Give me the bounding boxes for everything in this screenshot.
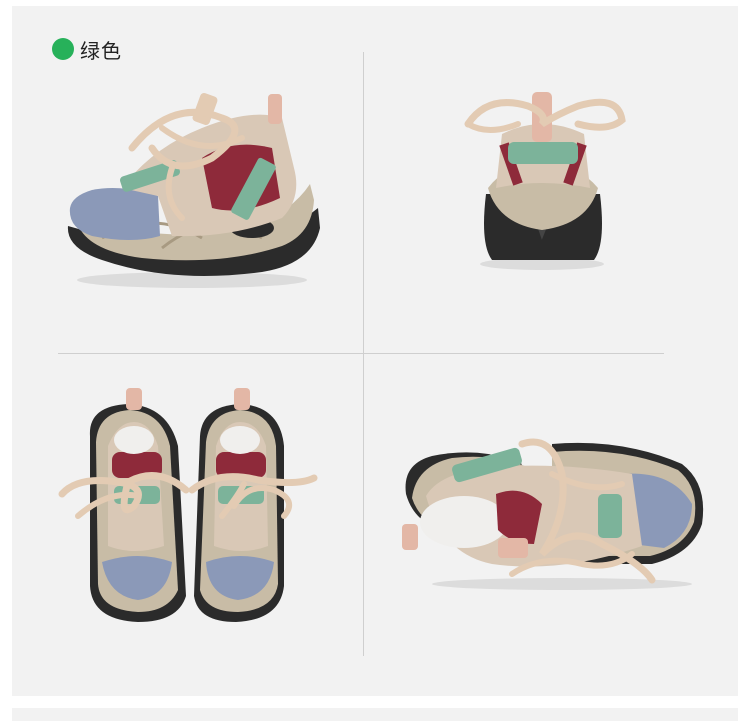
vertical-divider	[363, 52, 364, 656]
shoe-side-view-icon	[62, 88, 324, 293]
color-variant-text: 绿色	[80, 38, 122, 63]
shoe-inner-side-view-icon	[402, 434, 708, 592]
shoe-top-pair-view-icon	[58, 386, 320, 628]
green-dot-icon	[52, 38, 74, 60]
bottom-strip	[12, 708, 738, 721]
shoe-back-view-icon	[458, 84, 628, 272]
horizontal-divider	[58, 353, 664, 354]
color-variant-label: 绿色	[52, 36, 122, 63]
